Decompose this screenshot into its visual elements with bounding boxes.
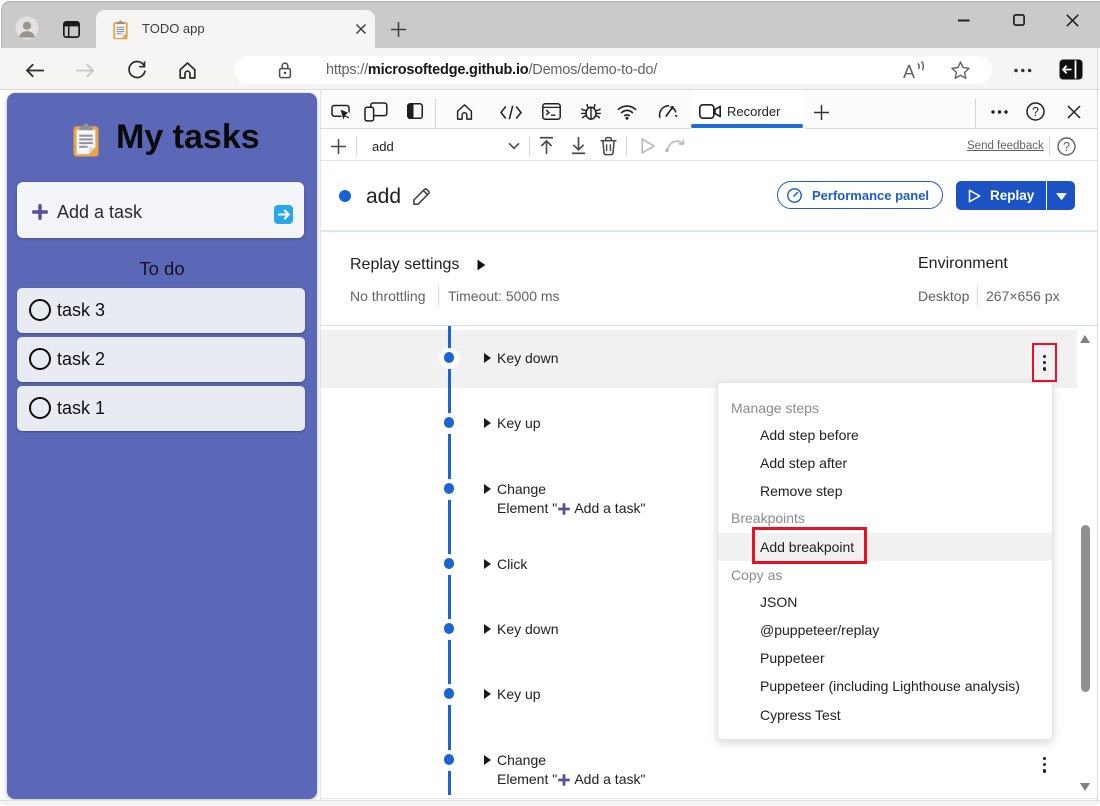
- svg-text:A: A: [903, 62, 915, 82]
- svg-text:?: ?: [1063, 140, 1070, 154]
- svg-text:?: ?: [1032, 105, 1039, 119]
